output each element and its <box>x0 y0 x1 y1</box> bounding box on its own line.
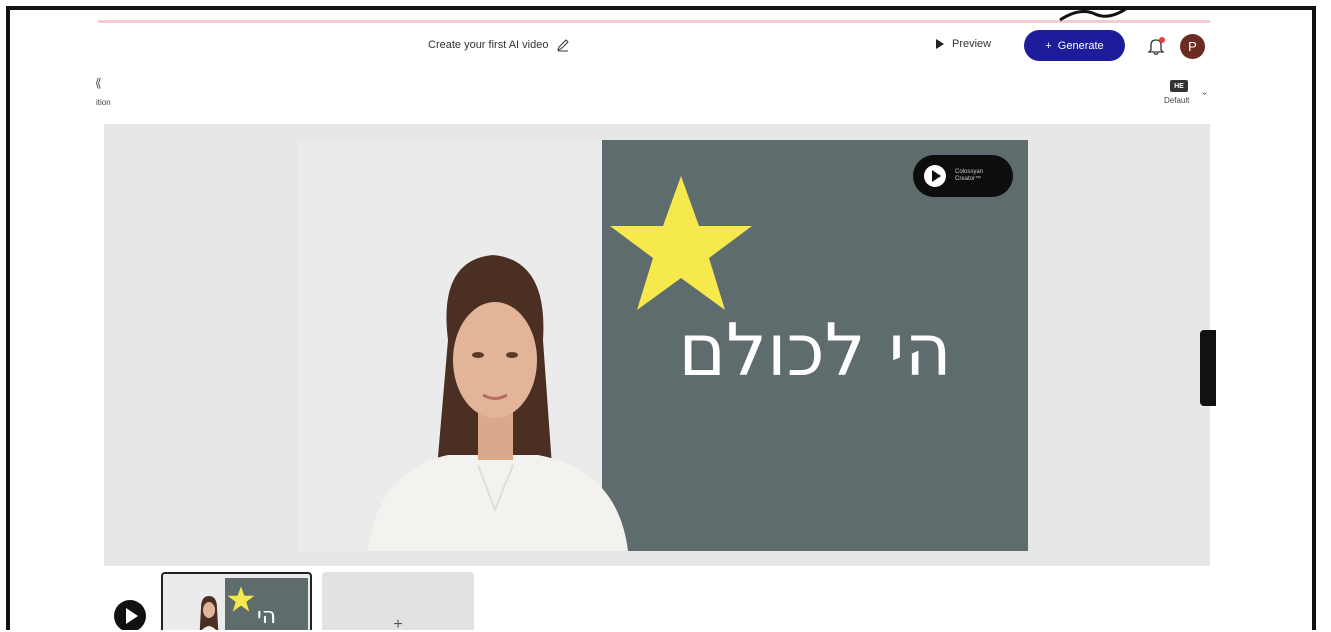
generate-label: Generate <box>1057 39 1104 52</box>
chevron-down-icon[interactable]: ‹ <box>1199 92 1210 95</box>
language-default-label: Default <box>1164 96 1190 105</box>
notification-bell-icon[interactable] <box>1145 35 1167 57</box>
thumbnail-text: הי לכולם <box>238 604 295 630</box>
logo-line-2: Creator™ <box>955 176 982 182</box>
play-icon <box>126 608 138 624</box>
timeline-play-button[interactable] <box>114 600 146 630</box>
transition-icon[interactable]: ⟪ <box>95 76 102 90</box>
logo-text: Colossyan Creator™ <box>955 169 983 183</box>
top-progress-line <box>98 20 1210 23</box>
project-title[interactable]: Create your first AI video <box>428 38 570 52</box>
colossyan-logo-icon <box>924 165 946 187</box>
generate-button[interactable]: + Generate <box>1024 30 1125 61</box>
language-badge[interactable]: HE <box>1170 80 1188 92</box>
plus-icon: + <box>1045 39 1052 52</box>
play-icon <box>936 39 944 49</box>
annotation-scribble <box>1059 10 1127 22</box>
preview-button[interactable]: Preview <box>936 38 991 50</box>
logo-line-1: Colossyan <box>955 169 984 175</box>
star-icon[interactable] <box>608 174 754 312</box>
editor-canvas: הי לכולם Colossyan Creator™ <box>104 124 1210 566</box>
user-avatar[interactable]: P <box>1180 34 1205 59</box>
thumbnail-presenter-image <box>199 596 219 630</box>
app-frame: Create your first AI video Preview + Gen… <box>6 6 1316 630</box>
scene-thumbnail[interactable]: הי לכולם <box>161 572 312 630</box>
add-scene-button[interactable]: + <box>322 572 474 630</box>
colossyan-logo: Colossyan Creator™ <box>913 155 1013 197</box>
project-title-text: Create your first AI video <box>428 39 549 51</box>
side-panel-tab[interactable] <box>1200 330 1216 406</box>
transition-label: ition <box>96 98 111 107</box>
slide-hebrew-text[interactable]: הי לכולם <box>602 308 1028 392</box>
pencil-icon[interactable] <box>556 38 570 52</box>
slide-preview[interactable]: הי לכולם Colossyan Creator™ <box>298 140 1028 551</box>
preview-label: Preview <box>952 38 992 50</box>
